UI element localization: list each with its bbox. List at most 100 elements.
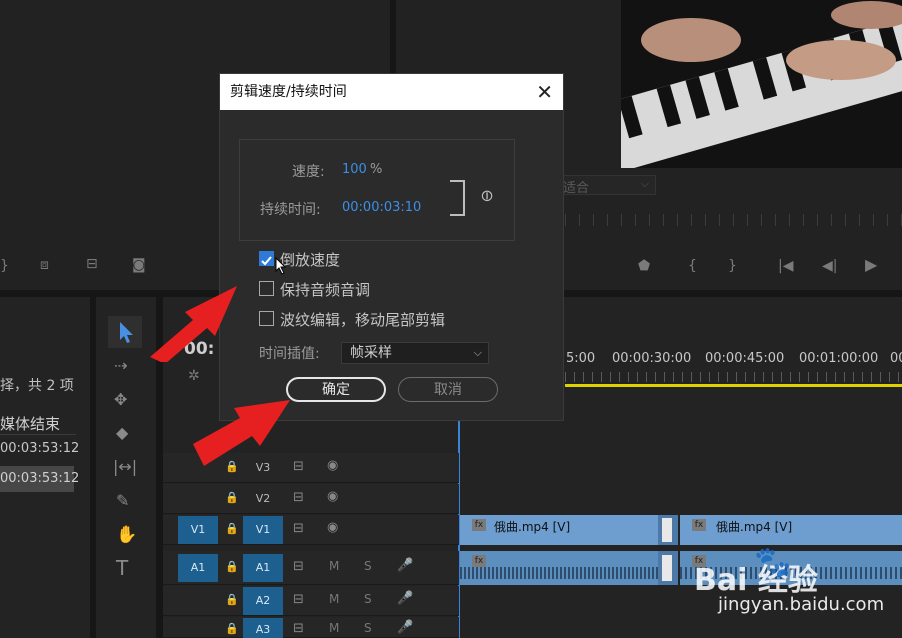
track-row-v2: 🔒 V2 ⊟ ◉ <box>163 484 459 514</box>
baidu-watermark-paw: 🐾 <box>754 545 792 580</box>
snap-icon[interactable]: ✲ <box>188 368 200 384</box>
chevron-down-icon: ⌵ <box>640 177 649 190</box>
clip-label: 俄曲.mp4 [V] <box>716 520 793 534</box>
track-label-v1[interactable]: V1 <box>243 516 283 544</box>
fx-badge: fx <box>692 519 706 531</box>
time-interpolation-select[interactable]: 帧采样 ⌵ <box>341 342 489 364</box>
close-icon[interactable]: ✕ <box>536 74 553 110</box>
baidu-watermark-url: jingyan.baidu.com <box>718 594 885 615</box>
microphone-icon[interactable]: 🎤 <box>397 558 413 573</box>
row-end-time: 00:03:53:12 <box>0 471 80 486</box>
solo-button[interactable]: S <box>364 592 372 606</box>
pen-icon[interactable]: ✎ <box>116 493 129 509</box>
step-back-icon[interactable]: ◀| <box>822 258 837 274</box>
audio-edit-point[interactable] <box>658 551 678 585</box>
hand-icon[interactable]: ✋ <box>116 527 137 544</box>
source-patch-v1[interactable]: V1 <box>178 516 218 544</box>
lock-icon[interactable]: 🔒 <box>225 622 239 635</box>
mark-out-icon[interactable]: } <box>728 258 737 274</box>
ripple-edit-label[interactable]: 波纹编辑，移动尾部剪辑 <box>280 309 445 330</box>
microphone-icon[interactable]: 🎤 <box>397 591 413 606</box>
eye-icon[interactable]: ◉ <box>327 520 338 535</box>
speed-value[interactable]: 100 <box>342 162 367 177</box>
time-interpolation-label: 时间插值: <box>259 346 320 362</box>
ok-button[interactable]: 确定 <box>286 377 386 402</box>
razor-icon[interactable]: ◆ <box>116 425 128 441</box>
eye-icon[interactable]: ◉ <box>327 458 338 473</box>
go-to-in-icon[interactable]: |◀ <box>778 258 793 274</box>
solo-button[interactable]: S <box>364 621 372 635</box>
mouse-cursor-icon <box>275 256 287 279</box>
selection-tool[interactable] <box>108 316 142 348</box>
cancel-button[interactable]: 取消 <box>398 377 498 402</box>
track-label-v2[interactable]: V2 <box>243 485 283 513</box>
film-icon[interactable]: ⊟ <box>293 621 304 636</box>
program-video-frame <box>621 0 902 168</box>
reverse-speed-checkbox[interactable] <box>259 251 274 266</box>
fit-dropdown[interactable]: 适合 ⌵ <box>548 175 656 196</box>
play-icon[interactable]: ▶ <box>865 257 877 273</box>
slip-icon[interactable]: |↔| <box>113 459 137 475</box>
fx-badge: fx <box>472 555 486 567</box>
lock-icon[interactable]: 🔒 <box>225 491 239 504</box>
piano-video-image <box>621 0 902 168</box>
ruler-label: 00:0 <box>890 351 902 366</box>
ruler-label: 5:00 <box>566 351 596 366</box>
solo-button[interactable]: S <box>364 559 372 573</box>
mute-button[interactable]: M <box>329 592 339 606</box>
film-icon[interactable]: ⊟ <box>293 592 304 607</box>
maintain-audio-pitch-checkbox[interactable] <box>259 281 274 296</box>
ripple-edit-icon[interactable]: ✥ <box>114 392 127 408</box>
link-bracket <box>450 180 465 216</box>
speed-duration-group: 速度: 100 % 持续时间: 00:00:03:10 ⊘ <box>239 139 515 241</box>
fx-badge: fx <box>472 519 486 531</box>
audio-clip-1[interactable]: fx <box>460 551 658 585</box>
duration-label: 持续时间: <box>260 202 321 218</box>
microphone-icon[interactable]: 🎤 <box>397 620 413 635</box>
project-column-header[interactable]: 媒体结束 <box>0 411 76 435</box>
film-icon[interactable]: ⊟ <box>293 521 304 536</box>
lock-icon[interactable]: 🔒 <box>225 593 239 606</box>
project-row[interactable]: 00:03:53:12 <box>0 436 79 462</box>
lock-icon[interactable]: 🔒 <box>225 522 239 535</box>
ruler-label: 00:00:45:00 <box>705 351 785 366</box>
maintain-audio-pitch-label[interactable]: 保持音频音调 <box>280 279 370 300</box>
source-patch-a1[interactable]: A1 <box>178 554 218 582</box>
column-header-label: 媒体结束 <box>0 415 61 433</box>
chevron-down-icon: ⌵ <box>473 346 482 359</box>
track-label-a3[interactable]: A3 <box>243 618 283 638</box>
work-area-bar[interactable] <box>565 384 902 387</box>
duration-value[interactable]: 00:00:03:10 <box>342 200 421 215</box>
speed-unit: % <box>370 162 383 177</box>
clip-label: 俄曲.mp4 [V] <box>494 520 571 534</box>
lock-icon[interactable]: 🔒 <box>225 560 239 573</box>
track-select-icon[interactable]: ⇢ <box>114 358 127 374</box>
mark-in-icon[interactable]: } <box>0 258 9 274</box>
selection-arrow-icon <box>120 322 133 343</box>
mute-button[interactable]: M <box>329 559 339 573</box>
film-icon[interactable]: ⊟ <box>293 490 304 505</box>
ripple-edit-checkbox[interactable] <box>259 311 274 326</box>
annotation-arrow-1 <box>150 286 237 362</box>
track-label-a1[interactable]: A1 <box>243 554 283 582</box>
project-row[interactable]: 00:03:53:12 <box>0 466 79 492</box>
mute-button[interactable]: M <box>329 621 339 635</box>
time-interpolation-value: 帧采样 <box>350 345 392 361</box>
timeline-ruler-ticks <box>565 372 902 382</box>
camera-icon[interactable]: ◙ <box>132 257 146 273</box>
track-row-v1: V1 🔒 V1 ⊟ ◉ <box>163 515 459 545</box>
eye-icon[interactable]: ◉ <box>327 489 338 504</box>
insert-icon[interactable]: ⧈ <box>40 257 49 273</box>
chain-link-icon[interactable]: ⊘ <box>475 184 498 207</box>
clip-edit-point[interactable] <box>658 515 678 545</box>
reverse-speed-label[interactable]: 倒放速度 <box>280 249 340 270</box>
add-marker-icon[interactable]: ⬟ <box>638 258 650 274</box>
video-clip-2[interactable]: fx 俄曲.mp4 [V] <box>680 515 902 545</box>
video-clip-1[interactable]: fx 俄曲.mp4 [V] <box>460 515 658 545</box>
overwrite-icon[interactable]: ⊟ <box>86 256 98 272</box>
film-icon[interactable]: ⊟ <box>293 559 304 574</box>
track-label-a2[interactable]: A2 <box>243 587 283 615</box>
clip-speed-dialog: 剪辑速度/持续时间 ✕ 速度: 100 % 持续时间: 00:00:03:10 … <box>219 73 564 421</box>
mark-in-icon-2[interactable]: { <box>688 258 697 274</box>
type-icon[interactable]: T <box>116 558 128 578</box>
